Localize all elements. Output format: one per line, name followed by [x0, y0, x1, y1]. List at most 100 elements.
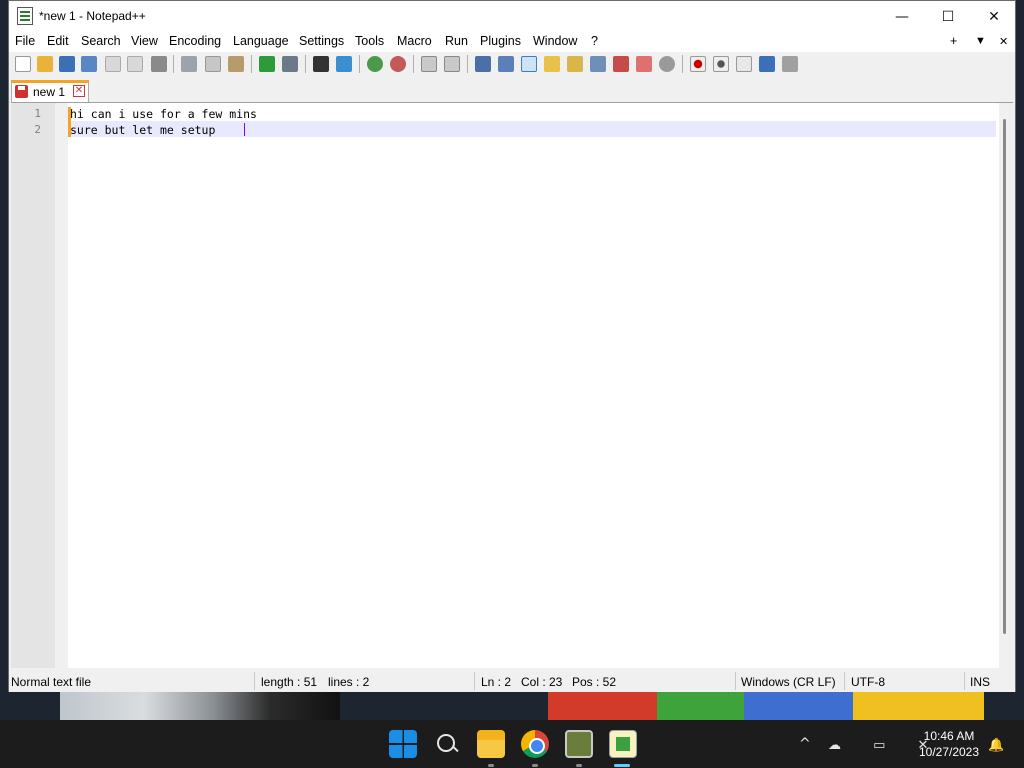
word-wrap-icon[interactable]	[475, 56, 491, 72]
close-tab-icon[interactable]: ✕	[999, 35, 1008, 48]
tab-label: new 1	[33, 85, 66, 99]
copy-icon[interactable]	[205, 56, 221, 72]
replace-icon[interactable]	[336, 56, 352, 72]
indent-guide-icon[interactable]	[521, 56, 537, 72]
encoding[interactable]: UTF-8	[851, 675, 885, 689]
print-icon[interactable]	[151, 56, 167, 72]
zoom-out-icon[interactable]	[390, 56, 406, 72]
running-indicator	[576, 764, 582, 767]
cursor-line: Ln : 2	[481, 675, 512, 689]
menu-window[interactable]: Window	[533, 34, 577, 48]
stop-macro-icon[interactable]	[713, 56, 729, 72]
text-editor[interactable]: 1 2 hi can i use for a few mins sure but…	[11, 102, 1013, 669]
toolbar-separator	[359, 55, 360, 73]
toolbar	[9, 52, 1015, 76]
status-separator	[254, 672, 255, 690]
running-indicator	[488, 764, 494, 767]
menu-tools[interactable]: Tools	[355, 34, 384, 48]
insert-mode[interactable]: INS	[970, 675, 990, 689]
toolbar-separator	[305, 55, 306, 73]
redo-icon[interactable]	[282, 56, 298, 72]
toolbar-separator	[413, 55, 414, 73]
notepadpp-window: *new 1 - Notepad++ — ☐ ✕ File Edit Searc…	[8, 0, 1016, 692]
doc-map-icon[interactable]	[567, 56, 583, 72]
folder-as-workspace-icon[interactable]	[613, 56, 629, 72]
menu-run[interactable]: Run	[445, 34, 468, 48]
notification-bell-icon[interactable]: 🔔	[988, 738, 1004, 753]
cut-icon[interactable]	[181, 56, 197, 72]
code-line[interactable]: hi can i use for a few mins	[70, 107, 257, 121]
add-tab-icon[interactable]: +	[950, 34, 957, 48]
status-separator	[844, 672, 845, 690]
search-icon[interactable]	[433, 730, 461, 758]
unsaved-file-icon	[15, 85, 28, 98]
sync-vertical-icon[interactable]	[421, 56, 437, 72]
clock[interactable]: 10:46 AM 10/27/2023	[914, 728, 984, 760]
record-macro-icon[interactable]	[690, 56, 706, 72]
function-list-icon[interactable]	[590, 56, 606, 72]
running-indicator	[532, 764, 538, 767]
line-number: 2	[34, 123, 41, 136]
chrome-icon[interactable]	[521, 730, 549, 758]
save-icon[interactable]	[59, 56, 75, 72]
document-lines: lines : 2	[328, 675, 370, 689]
menu-plugins[interactable]: Plugins	[480, 34, 521, 48]
close-window-button[interactable]: ✕	[971, 1, 1017, 32]
find-icon[interactable]	[313, 56, 329, 72]
play-macro-icon[interactable]	[736, 56, 752, 72]
maximize-button[interactable]: ☐	[925, 1, 971, 32]
paste-icon[interactable]	[228, 56, 244, 72]
wallpaper-comic	[548, 690, 984, 720]
run-macro-multiple-icon[interactable]	[759, 56, 775, 72]
tab-bar: new 1 ✕	[9, 77, 1015, 102]
status-bar: Normal text file length : 51 lines : 2 L…	[9, 670, 1015, 692]
toolbar-separator	[467, 55, 468, 73]
save-all-icon[interactable]	[81, 56, 97, 72]
toolbar-separator	[251, 55, 252, 73]
menu-language[interactable]: Language	[233, 34, 289, 48]
menu-edit[interactable]: Edit	[47, 34, 69, 48]
tray-chevron-icon[interactable]: ^	[799, 736, 811, 752]
udl-icon[interactable]	[544, 56, 560, 72]
window-title: *new 1 - Notepad++	[39, 9, 146, 23]
title-bar[interactable]: *new 1 - Notepad++ — ☐ ✕	[9, 1, 1015, 32]
notepadpp-taskbar-icon[interactable]	[609, 730, 637, 758]
active-app-indicator	[614, 764, 630, 767]
show-all-characters-icon[interactable]	[498, 56, 514, 72]
line-number: 1	[34, 107, 41, 120]
tab-close-icon[interactable]: ✕	[73, 85, 85, 97]
undo-icon[interactable]	[259, 56, 275, 72]
menu-search[interactable]: Search	[81, 34, 121, 48]
menu-file[interactable]: File	[15, 34, 35, 48]
file-explorer-icon[interactable]	[477, 730, 505, 758]
cursor-position: Pos : 52	[572, 675, 617, 689]
code-line[interactable]: sure but let me setup	[70, 123, 222, 137]
clock-date: 10/27/2023	[918, 745, 980, 759]
menu-view[interactable]: View	[131, 34, 158, 48]
app-icon[interactable]	[565, 730, 593, 758]
save-macro-icon[interactable]	[782, 56, 798, 72]
start-icon[interactable]	[389, 730, 417, 758]
toolbar-separator	[682, 55, 683, 73]
vertical-scrollbar[interactable]	[999, 103, 1013, 669]
file-type: Normal text file	[11, 675, 92, 689]
new-file-icon[interactable]	[15, 56, 31, 72]
close-icon[interactable]	[105, 56, 121, 72]
menu-settings[interactable]: Settings	[299, 34, 344, 48]
minimize-button[interactable]: —	[879, 1, 925, 32]
sync-horizontal-icon[interactable]	[444, 56, 460, 72]
menu-help[interactable]: ?	[591, 34, 598, 48]
close-all-icon[interactable]	[127, 56, 143, 72]
menu-bar: File Edit Search View Encoding Language …	[9, 32, 1015, 52]
scrollbar-thumb[interactable]	[1003, 119, 1006, 634]
tab-list-dropdown-icon[interactable]: ▼	[975, 35, 986, 47]
open-file-icon[interactable]	[37, 56, 53, 72]
tab-new-1[interactable]: new 1 ✕	[11, 80, 89, 102]
eol-format[interactable]: Windows (CR LF)	[741, 675, 836, 689]
zoom-in-icon[interactable]	[367, 56, 383, 72]
menu-macro[interactable]: Macro	[397, 34, 432, 48]
monitoring-icon[interactable]	[636, 56, 652, 72]
status-separator	[474, 672, 475, 690]
macro-record-toggle-icon[interactable]	[659, 56, 675, 72]
menu-encoding[interactable]: Encoding	[169, 34, 221, 48]
